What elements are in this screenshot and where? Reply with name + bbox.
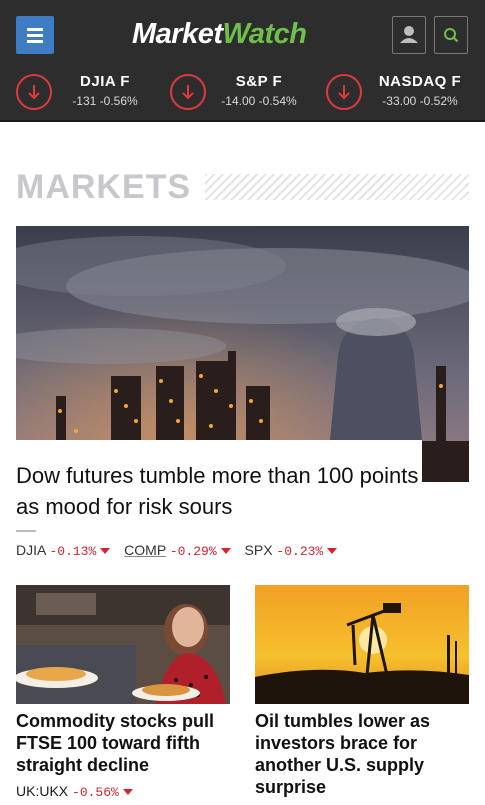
ticker-nasdaq-futures[interactable]: NASDAQ F -33.00 -0.52% bbox=[326, 70, 476, 114]
menu-icon bbox=[27, 40, 43, 43]
down-arrow-icon bbox=[16, 74, 52, 110]
logo-part-market: Market bbox=[132, 18, 223, 50]
quote-symbol[interactable]: COMP bbox=[124, 542, 166, 558]
ticker-change: -14.00 -0.54% bbox=[221, 94, 297, 108]
quote-change: -0.29% bbox=[169, 544, 217, 559]
down-triangle-icon bbox=[327, 548, 338, 554]
story-headline-oil[interactable]: Oil tumbles lower as investors brace for… bbox=[255, 710, 475, 798]
down-triangle-icon bbox=[122, 789, 133, 795]
quote-spx[interactable]: SPX -0.23% bbox=[245, 542, 338, 559]
quote-ukx[interactable]: UK:UKX -0.56% bbox=[16, 783, 133, 800]
story-headline-commodity[interactable]: Commodity stocks pull FTSE 100 toward fi… bbox=[16, 710, 236, 776]
hero-headline-card[interactable]: Dow futures tumble more than 100 points … bbox=[0, 440, 422, 530]
down-arrow-icon bbox=[170, 74, 206, 110]
quote-change: -0.13% bbox=[49, 544, 97, 559]
hero-quotes: DJIA -0.13% COMP -0.29% SPX -0.23% bbox=[16, 542, 347, 559]
menu-button[interactable] bbox=[16, 16, 54, 54]
quote-symbol: SPX bbox=[244, 542, 273, 558]
search-icon bbox=[443, 27, 458, 42]
logo-part-watch: Watch bbox=[222, 18, 307, 50]
section-divider bbox=[205, 174, 469, 200]
top-bar: MarketWatch DJIA F -131 -0.56% S&P F -14… bbox=[0, 0, 485, 122]
down-triangle-icon bbox=[220, 548, 231, 554]
down-arrow-icon bbox=[326, 74, 362, 110]
user-button[interactable] bbox=[392, 16, 426, 54]
user-icon bbox=[399, 25, 418, 43]
story-image-oil[interactable] bbox=[255, 585, 469, 704]
menu-icon bbox=[27, 34, 43, 37]
divider bbox=[16, 530, 36, 532]
quote-symbol: UK:UKX bbox=[16, 783, 69, 799]
down-triangle-icon bbox=[100, 548, 111, 554]
ticker-change: -33.00 -0.52% bbox=[382, 94, 458, 108]
quote-change: -0.56% bbox=[72, 785, 119, 800]
marketwatch-logo[interactable]: MarketWatch bbox=[132, 18, 307, 51]
menu-icon bbox=[27, 28, 43, 31]
ticker-sp-futures[interactable]: S&P F -14.00 -0.54% bbox=[170, 70, 310, 114]
story-image-commodity[interactable] bbox=[16, 585, 230, 704]
hero-headline[interactable]: Dow futures tumble more than 100 points … bbox=[16, 460, 422, 522]
ticker-name: NASDAQ F bbox=[378, 73, 462, 90]
ticker-djia-futures[interactable]: DJIA F -131 -0.56% bbox=[16, 70, 156, 114]
ticker-name: S&P F bbox=[235, 73, 283, 90]
quote-comp[interactable]: COMP -0.29% bbox=[124, 542, 231, 559]
section-title: MARKETS bbox=[16, 168, 192, 206]
search-button[interactable] bbox=[434, 16, 468, 54]
quote-symbol: DJIA bbox=[16, 542, 46, 558]
ticker-change: -131 -0.56% bbox=[72, 94, 138, 108]
quote-change: -0.23% bbox=[276, 544, 324, 559]
ticker-name: DJIA F bbox=[80, 73, 130, 90]
quote-djia[interactable]: DJIA -0.13% bbox=[16, 542, 111, 559]
